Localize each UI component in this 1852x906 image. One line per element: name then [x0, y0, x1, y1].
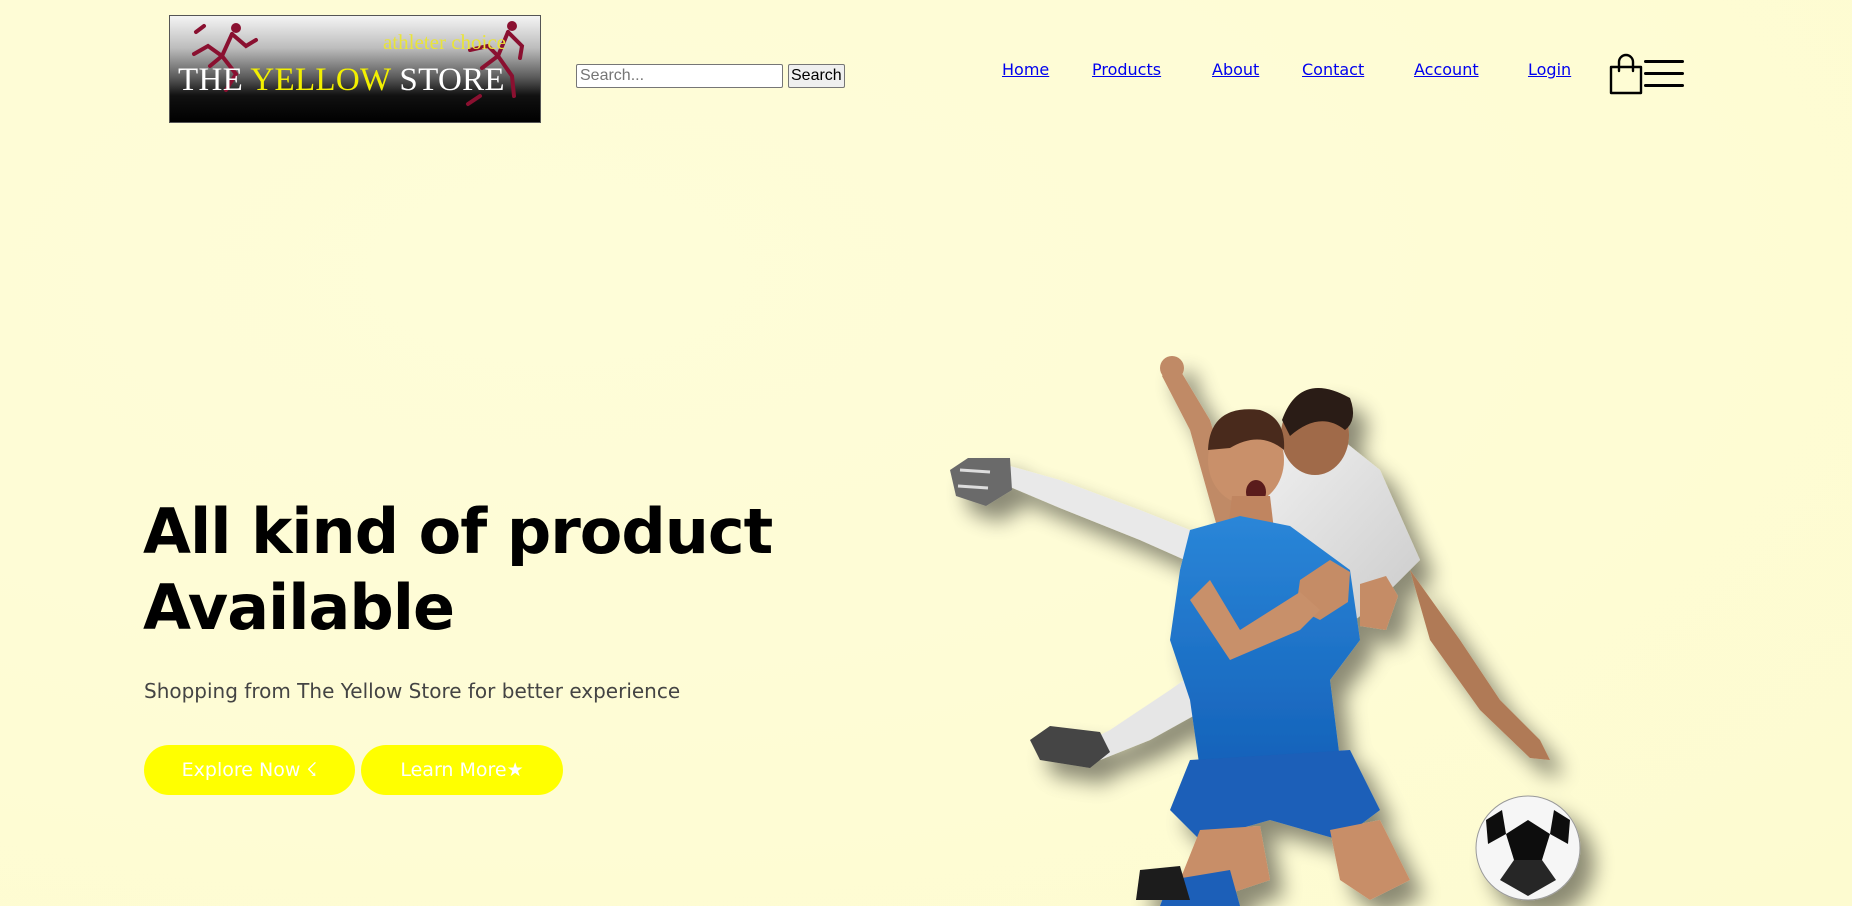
nav-products-link[interactable]: Products	[1092, 60, 1161, 79]
hero-title: All kind of product Available	[143, 494, 773, 646]
hero-title-line1: All kind of product	[143, 495, 773, 568]
logo-tagline: athleter choice	[382, 30, 506, 54]
store-logo[interactable]: athleter choice THE YELLOW STORE	[169, 15, 541, 123]
nav-login-link[interactable]: Login	[1528, 60, 1571, 79]
shopping-bag-icon[interactable]	[1609, 53, 1643, 95]
hamburger-menu-icon[interactable]	[1644, 58, 1684, 90]
nav-contact-link[interactable]: Contact	[1302, 60, 1364, 79]
hero-subtitle: Shopping from The Yellow Store for bette…	[144, 679, 681, 703]
logo-name-store: STORE	[390, 62, 505, 98]
logo-name: THE YELLOW STORE	[178, 62, 505, 99]
nav-about-link[interactable]: About	[1212, 60, 1259, 79]
search-input[interactable]	[576, 64, 783, 88]
learn-more-button[interactable]: Learn More★	[361, 745, 563, 795]
nav-home-link[interactable]: Home	[1002, 60, 1049, 79]
hero-title-line2: Available	[143, 571, 455, 644]
nav-account-link[interactable]: Account	[1414, 60, 1479, 79]
logo-name-yellow: YELLOW	[250, 62, 391, 98]
search-button[interactable]: Search	[788, 64, 845, 88]
explore-now-button[interactable]: Explore Now ☇	[144, 745, 355, 795]
logo-name-the: THE	[178, 62, 251, 98]
soccer-players-image	[950, 356, 1581, 906]
